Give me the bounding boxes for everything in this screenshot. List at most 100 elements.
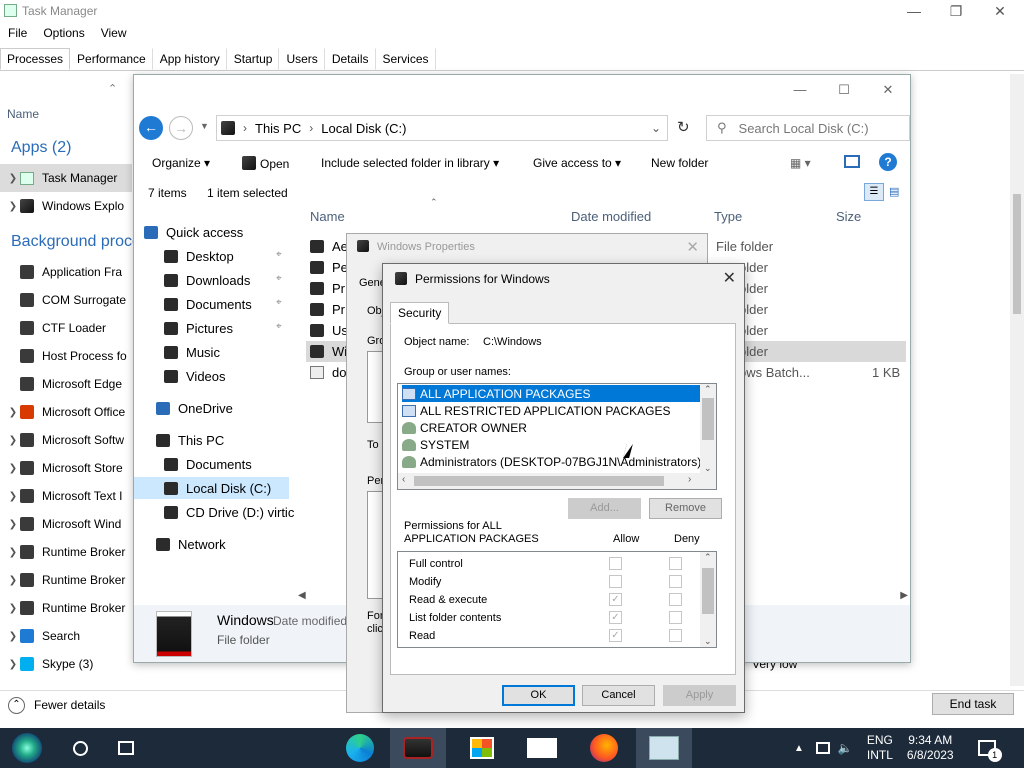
tab-services[interactable]: Services (376, 47, 436, 70)
taskbar-mail[interactable] (514, 728, 570, 768)
ok-button[interactable]: OK (502, 685, 575, 706)
search-box[interactable]: ⚲ Search Local Disk (C:) (706, 115, 910, 141)
forward-icon[interactable]: → (169, 116, 193, 140)
column-type[interactable]: Type (714, 209, 742, 224)
menu-file[interactable]: File (8, 26, 27, 40)
details-view-icon[interactable]: ☰ (864, 183, 884, 201)
refresh-icon[interactable]: ↻ (677, 118, 690, 136)
group-list-item[interactable]: SYSTEM (402, 436, 469, 453)
scroll-down-icon[interactable]: ⌄ (704, 636, 712, 647)
nav-cd-drive[interactable]: CD Drive (D:) virtic (164, 501, 294, 523)
menu-options[interactable]: Options (43, 26, 84, 40)
nav-this-pc[interactable]: This PC (156, 429, 224, 451)
tab-app-history[interactable]: App history (153, 47, 227, 70)
deny-checkbox[interactable] (669, 557, 682, 570)
start-button[interactable] (0, 728, 54, 768)
column-name[interactable]: Name (310, 209, 345, 224)
deny-checkbox[interactable] (669, 575, 682, 588)
allow-checkbox[interactable] (609, 557, 622, 570)
process-row[interactable]: ❯ Task Manager (0, 164, 132, 192)
nav-onedrive[interactable]: OneDrive (156, 397, 233, 419)
process-row[interactable]: ❯ Runtime Broker (0, 538, 132, 566)
minimize-icon[interactable]: — (892, 0, 936, 22)
nav-videos[interactable]: Videos (164, 365, 226, 387)
expand-chevron-icon[interactable]: ❯ (6, 603, 20, 614)
taskbar-firefox[interactable] (576, 728, 632, 768)
tab-users[interactable]: Users (279, 47, 325, 70)
breadcrumb-local-disk[interactable]: Local Disk (C:) (321, 121, 406, 136)
add-button[interactable]: Add... (568, 498, 641, 519)
breadcrumb-this-pc[interactable]: This PC (255, 121, 301, 136)
process-row[interactable]: ❯ Runtime Broker (0, 566, 132, 594)
expand-chevron-icon[interactable]: ❯ (6, 659, 20, 670)
expand-chevron-icon[interactable]: ❯ (6, 547, 20, 558)
address-dropdown-icon[interactable]: ⌄ (651, 121, 661, 135)
group-list-scrollbar[interactable]: ⌃ ⌄ (700, 384, 716, 474)
organize-button[interactable]: Organize ▾ (152, 156, 210, 170)
deny-checkbox[interactable] (669, 593, 682, 606)
permission-list-scrollbar[interactable]: ⌃ ⌄ (700, 552, 716, 647)
tab-details[interactable]: Details (325, 47, 376, 70)
process-row[interactable]: COM Surrogate (0, 286, 132, 314)
process-row[interactable]: ❯ Microsoft Store (0, 454, 132, 482)
process-row[interactable]: ❯ Microsoft Wind (0, 510, 132, 538)
pin-icon[interactable]: ⌖ (276, 273, 282, 284)
allow-checkbox[interactable]: ✓ (609, 629, 622, 642)
clock[interactable]: 9:34 AM 6/8/2023 (907, 733, 954, 763)
scroll-thumb[interactable] (1013, 194, 1021, 314)
taskbar-edge[interactable] (332, 728, 388, 768)
new-folder-button[interactable]: New folder (651, 156, 708, 170)
group-list[interactable]: ALL APPLICATION PACKAGES ALL RESTRICTED A… (397, 383, 717, 490)
close-icon[interactable]: ✕ (723, 268, 736, 288)
nav-music[interactable]: Music (164, 341, 220, 363)
fewer-details-link[interactable]: Fewer details (34, 698, 105, 712)
menu-view[interactable]: View (101, 26, 127, 40)
expand-chevron-icon[interactable]: ❯ (6, 201, 20, 212)
close-icon[interactable]: ✕ (866, 75, 910, 105)
open-button[interactable]: Open (242, 156, 289, 171)
tab-processes[interactable]: Processes (0, 47, 71, 70)
process-row[interactable]: Microsoft Edge (0, 370, 132, 398)
large-icons-view-icon[interactable]: ▤ (889, 185, 899, 198)
process-row[interactable]: CTF Loader (0, 314, 132, 342)
tm-vertical-scrollbar[interactable] (1010, 74, 1024, 686)
group-list-item[interactable]: Administrators (DESKTOP-07BGJ1N\Administ… (402, 453, 701, 470)
close-icon[interactable]: ✕ (686, 238, 699, 256)
apply-button[interactable]: Apply (663, 685, 736, 706)
taskbar-task-manager[interactable] (636, 728, 692, 768)
task-view-button[interactable] (98, 728, 154, 768)
remove-button[interactable]: Remove (649, 498, 722, 519)
process-row[interactable]: ❯ Skype (3) (0, 650, 132, 678)
collapse-chevron-icon[interactable]: ⌃ (108, 82, 117, 95)
give-access-button[interactable]: Give access to ▾ (533, 156, 621, 170)
tab-performance[interactable]: Performance (70, 47, 153, 70)
taskbar-store[interactable] (454, 728, 510, 768)
scroll-right-icon[interactable]: ▶ (900, 590, 908, 601)
process-row[interactable]: ❯ Microsoft Office (0, 398, 132, 426)
close-icon[interactable]: ✕ (978, 0, 1022, 22)
process-row[interactable]: ❯ Runtime Broker (0, 594, 132, 622)
end-task-button[interactable]: End task (932, 693, 1014, 715)
maximize-icon[interactable]: ☐ (822, 75, 866, 105)
process-row[interactable]: ❯ Microsoft Softw (0, 426, 132, 454)
expand-chevron-icon[interactable]: ❯ (6, 519, 20, 530)
scroll-left-icon[interactable]: ‹ (402, 474, 405, 485)
language-indicator[interactable]: ENG INTL (867, 733, 893, 763)
column-date-modified[interactable]: Date modified (571, 209, 651, 224)
nav-local-disk[interactable]: Local Disk (C:) (134, 477, 289, 499)
nav-downloads[interactable]: Downloads (164, 269, 250, 291)
tab-startup[interactable]: Startup (227, 47, 280, 70)
volume-muted-icon[interactable]: 🔈 (838, 741, 853, 755)
fewer-details-icon[interactable]: ⌃ (8, 697, 25, 714)
process-row[interactable]: ❯ Microsoft Text I (0, 482, 132, 510)
expand-chevron-icon[interactable]: ❯ (6, 463, 20, 474)
scroll-right-icon[interactable]: › (688, 474, 691, 485)
expand-chevron-icon[interactable]: ❯ (6, 435, 20, 446)
nav-documents[interactable]: Documents (164, 293, 252, 315)
scroll-thumb[interactable] (702, 398, 714, 440)
group-list-item[interactable]: ALL APPLICATION PACKAGES (402, 385, 700, 402)
include-in-library-button[interactable]: Include selected folder in library ▾ (321, 156, 499, 170)
group-list-hscrollbar[interactable]: ‹ › (398, 473, 716, 489)
process-row[interactable]: Host Process fo (0, 342, 132, 370)
process-row[interactable]: Application Fra (0, 258, 132, 286)
